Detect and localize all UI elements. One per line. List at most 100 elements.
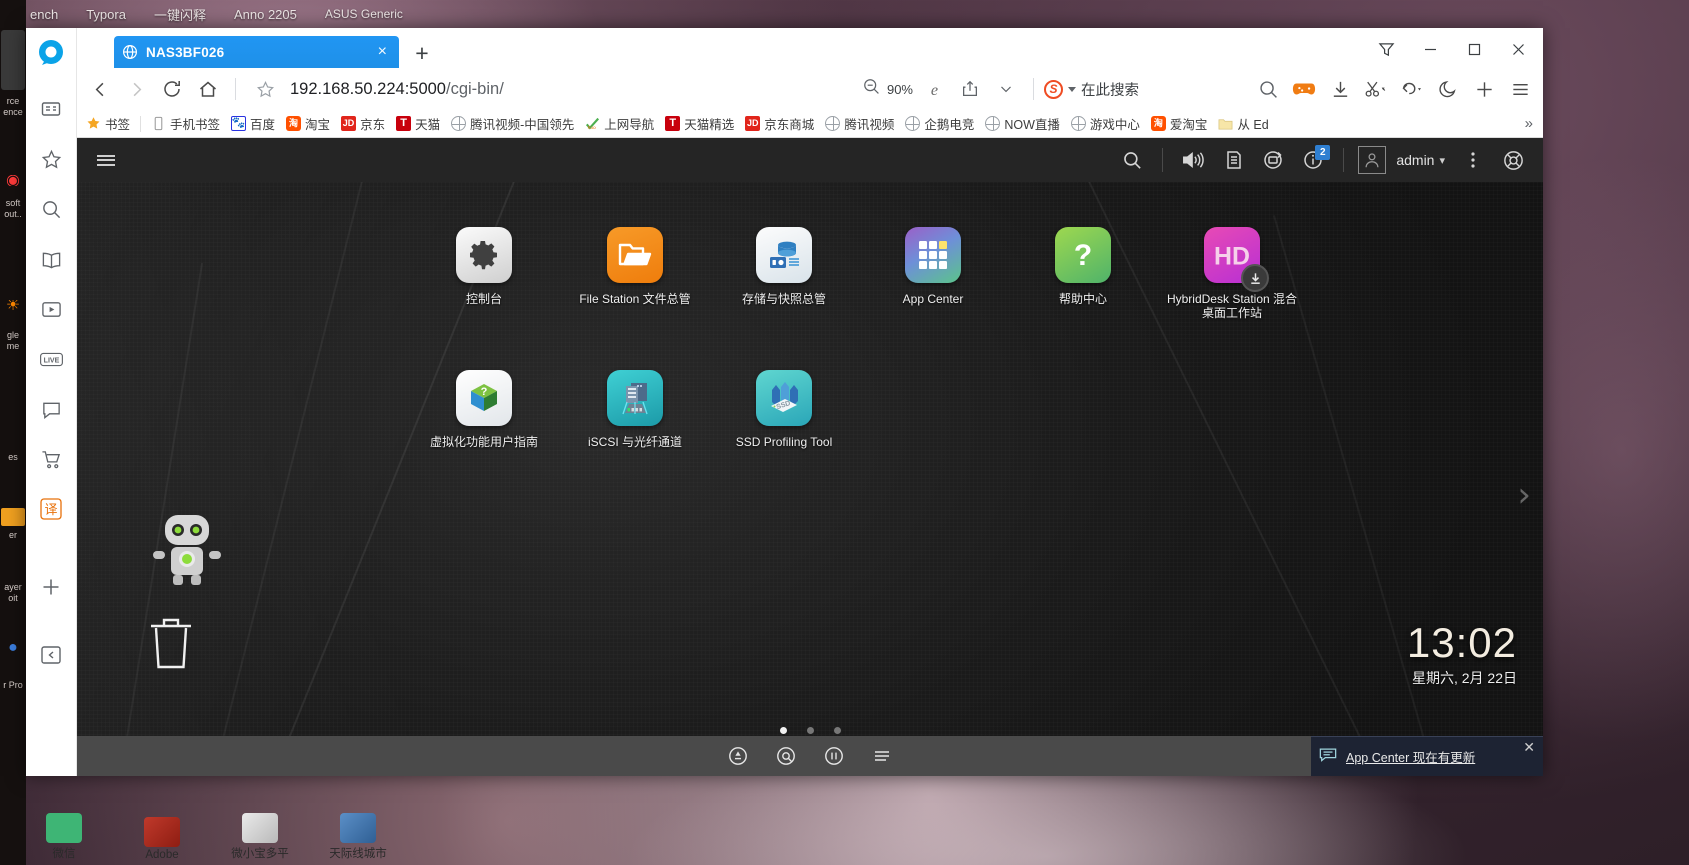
bookmark-item[interactable]: JD 京东	[336, 112, 390, 135]
search-icon[interactable]	[34, 192, 68, 226]
desktop-icon-help[interactable]: ? 帮助中心	[1008, 227, 1158, 306]
dark-mode-icon[interactable]	[1431, 72, 1465, 106]
page-dot[interactable]	[780, 727, 787, 734]
lifebuoy-icon[interactable]	[1493, 140, 1533, 180]
desktop-icon-storage[interactable]: 存储与快照总管	[709, 227, 859, 306]
scissors-icon[interactable]	[1359, 72, 1393, 106]
kebab-menu-icon[interactable]	[1453, 140, 1493, 180]
app-logo-icon[interactable]	[34, 36, 68, 70]
rail-thumbnail[interactable]	[1, 30, 25, 90]
add-icon[interactable]	[1467, 72, 1501, 106]
settings-icon[interactable]	[773, 743, 799, 769]
hd-icon: HD	[1204, 227, 1260, 283]
close-tab-icon[interactable]: ×	[374, 42, 391, 62]
bookmark-item[interactable]: JD 京东商城	[740, 112, 819, 135]
rail-icon[interactable]	[1, 508, 25, 526]
undo-icon[interactable]	[1395, 72, 1429, 106]
bookmark-item[interactable]: 🐾 百度	[226, 112, 280, 135]
desktop-icon-appcenter[interactable]: App Center	[858, 227, 1008, 306]
reload-button[interactable]	[155, 72, 189, 106]
chevron-down-icon[interactable]	[989, 72, 1023, 106]
bookmark-item[interactable]: NOW直播	[980, 112, 1065, 135]
live-icon[interactable]: LIVE	[34, 342, 68, 376]
add-icon[interactable]	[34, 570, 68, 604]
bookmark-star-icon[interactable]	[252, 76, 278, 102]
maximize-button[interactable]	[1453, 34, 1495, 64]
bookmarks-overflow-button[interactable]: »	[1519, 115, 1539, 132]
share-icon[interactable]	[953, 72, 987, 106]
gamepad-icon[interactable]	[1287, 72, 1321, 106]
desktop-icon-filestation[interactable]: File Station 文件总管	[560, 227, 710, 306]
bookmark-item[interactable]: T 天猫	[391, 112, 445, 135]
rail-icon[interactable]: ☀	[1, 300, 25, 311]
bookmark-item[interactable]: 企鹅电竞	[900, 112, 979, 135]
bookmark-item[interactable]: 腾讯视频	[820, 112, 899, 135]
home-button[interactable]	[191, 72, 225, 106]
cart-icon[interactable]	[34, 442, 68, 476]
backup-icon[interactable]	[1253, 140, 1293, 180]
taskbar-item[interactable]: 微小宝多平	[226, 813, 294, 865]
minimize-button[interactable]	[1409, 34, 1451, 64]
new-tab-button[interactable]: +	[407, 38, 437, 68]
search-icon[interactable]	[1251, 72, 1285, 106]
avatar[interactable]	[1358, 146, 1386, 174]
close-window-button[interactable]	[1497, 34, 1539, 64]
forward-button[interactable]	[119, 72, 153, 106]
close-toast-icon[interactable]: ✕	[1523, 739, 1535, 756]
bookmark-item[interactable]: 手机书签	[146, 112, 225, 135]
bookmark-item[interactable]: 从 Ed	[1213, 112, 1273, 135]
next-page-arrow[interactable]: ›	[1517, 478, 1531, 512]
search-icon[interactable]	[1112, 140, 1152, 180]
info-icon[interactable]: 2	[1293, 140, 1333, 180]
desktop-icon-iscsi[interactable]: iSCSI 与光纤通道	[560, 370, 710, 449]
bookmark-item[interactable]: 淘 淘宝	[281, 112, 335, 135]
download-badge-icon	[1241, 264, 1269, 292]
taskbar-item[interactable]: Adobe	[128, 817, 196, 865]
rail-icon[interactable]: ●	[1, 642, 25, 653]
zoom-control[interactable]: 90%	[862, 77, 913, 101]
page-dot[interactable]	[807, 727, 814, 734]
username-label[interactable]: admin	[1396, 152, 1434, 168]
taskbar-item[interactable]: 微信	[30, 813, 98, 865]
page-dot[interactable]	[834, 727, 841, 734]
bookmark-item[interactable]: 腾讯视频-中国领先	[446, 112, 579, 135]
desktop-icon-controlpanel[interactable]: 控制台	[409, 227, 559, 306]
bookmark-item[interactable]: 书签	[81, 112, 135, 135]
browser-tab[interactable]: NAS3BF026 ×	[114, 36, 399, 68]
recycle-icon[interactable]	[725, 743, 751, 769]
sogou-search-box[interactable]: S 在此搜索	[1044, 79, 1139, 100]
zoom-out-icon[interactable]	[862, 77, 881, 101]
pause-icon[interactable]	[821, 743, 847, 769]
rail-icon[interactable]: ◉	[1, 175, 25, 186]
hamburger-icon[interactable]	[87, 141, 125, 179]
desktop-icon-virtualization[interactable]: ? 虚拟化功能用户指南	[409, 370, 559, 449]
book-icon[interactable]	[34, 242, 68, 276]
toast-message[interactable]: App Center 现在有更新	[1346, 747, 1475, 766]
bookmark-item[interactable]: 淘 爱淘宝	[1146, 112, 1213, 135]
favorites-star-icon[interactable]	[34, 142, 68, 176]
bookmark-item[interactable]: 游戏中心	[1066, 112, 1145, 135]
top-strip-item: ench	[30, 7, 58, 22]
desktop-icon-ssd[interactable]: SSD SSD Profiling Tool	[709, 370, 859, 449]
download-icon[interactable]	[1323, 72, 1357, 106]
bookmark-item[interactable]: T 天猫精选	[660, 112, 739, 135]
collapse-icon[interactable]	[34, 638, 68, 672]
video-icon[interactable]	[34, 292, 68, 326]
trash-icon[interactable]	[147, 615, 195, 676]
translate-icon[interactable]: 译	[34, 492, 68, 526]
reader-icon[interactable]	[34, 92, 68, 126]
collections-icon[interactable]	[1365, 34, 1407, 64]
bookmark-item[interactable]: hoo 上网导航	[580, 112, 659, 135]
back-button[interactable]	[83, 72, 117, 106]
chat-icon[interactable]	[34, 392, 68, 426]
address-bar[interactable]: 192.168.50.224:5000/cgi-bin/	[246, 72, 860, 106]
ie-mode-icon[interactable]: e	[917, 72, 951, 106]
taskbar-item[interactable]: 天际线城市	[324, 813, 392, 865]
menu-icon[interactable]	[1503, 72, 1537, 106]
desktop-icon-hybriddesk[interactable]: HD HybridDesk Station 混合桌面工作站	[1157, 227, 1307, 320]
chevron-down-icon[interactable]	[1068, 87, 1076, 92]
list-icon[interactable]	[869, 743, 895, 769]
chevron-down-icon[interactable]: ▾	[1439, 154, 1445, 167]
file-transfer-icon[interactable]	[1213, 140, 1253, 180]
volume-icon[interactable]	[1173, 140, 1213, 180]
